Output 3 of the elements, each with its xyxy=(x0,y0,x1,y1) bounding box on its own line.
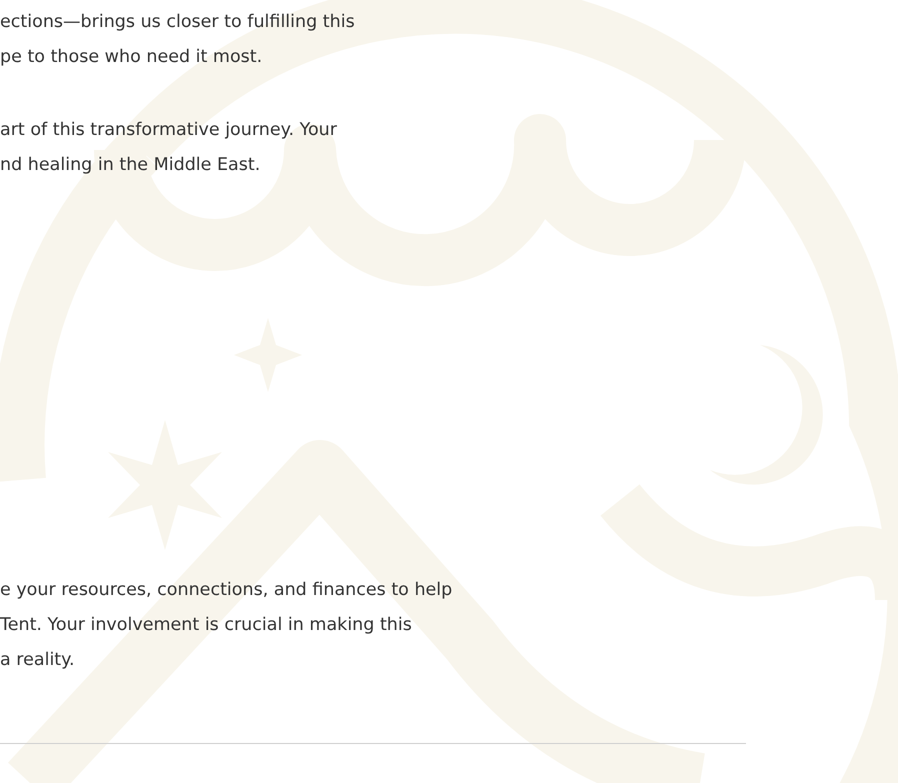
body-paragraph: art of this transformative journey. Your nd healing in the Middle East. xyxy=(0,119,337,177)
body-paragraph: ections—brings us closer to fulfilling this pe to those who need it most. xyxy=(0,11,355,69)
body-paragraph: e your resources, connections, and finances to help Tent. Your involvement is crucial in making this a reality. xyxy=(0,579,452,672)
